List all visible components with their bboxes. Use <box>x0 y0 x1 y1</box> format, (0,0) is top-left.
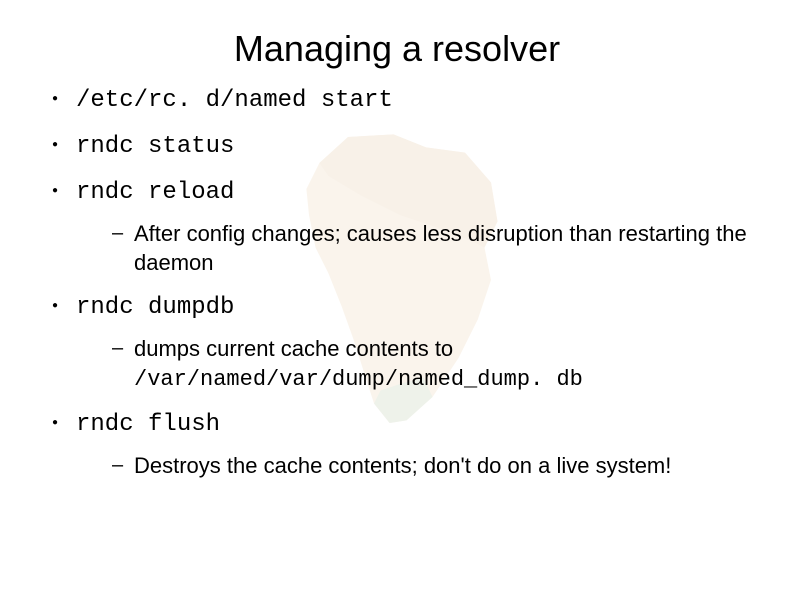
sub-bullet-item: dumps current cache contents to /var/nam… <box>116 335 762 394</box>
sub-bullet-item: After config changes; causes less disrup… <box>116 220 762 277</box>
sub-bullet-item: Destroys the cache contents; don't do on… <box>116 452 762 481</box>
sub-list: dumps current cache contents to /var/nam… <box>76 335 762 394</box>
sub-text: Destroys the cache contents; don't do on… <box>134 453 671 478</box>
bullet-item: rndc flush Destroys the cache contents; … <box>56 408 762 481</box>
slide-title: Managing a resolver <box>32 28 762 70</box>
command-text: rndc flush <box>76 411 220 438</box>
command-text: rndc reload <box>76 179 234 206</box>
command-text: rndc status <box>76 133 234 160</box>
slide-content: Managing a resolver /etc/rc. d/named sta… <box>0 0 794 481</box>
command-text: /etc/rc. d/named start <box>76 87 393 114</box>
sub-code-path: /var/named/var/dump/named_dump. db <box>134 367 583 392</box>
bullet-item: rndc reload After config changes; causes… <box>56 176 762 277</box>
sub-list: After config changes; causes less disrup… <box>76 220 762 277</box>
sub-list: Destroys the cache contents; don't do on… <box>76 452 762 481</box>
command-text: rndc dumpdb <box>76 294 234 321</box>
bullet-list: /etc/rc. d/named start rndc status rndc … <box>32 84 762 481</box>
bullet-item: rndc dumpdb dumps current cache contents… <box>56 291 762 394</box>
bullet-item: /etc/rc. d/named start <box>56 84 762 116</box>
sub-text: After config changes; causes less disrup… <box>134 221 747 275</box>
sub-text-prefix: dumps current cache contents to <box>134 336 453 361</box>
bullet-item: rndc status <box>56 130 762 162</box>
